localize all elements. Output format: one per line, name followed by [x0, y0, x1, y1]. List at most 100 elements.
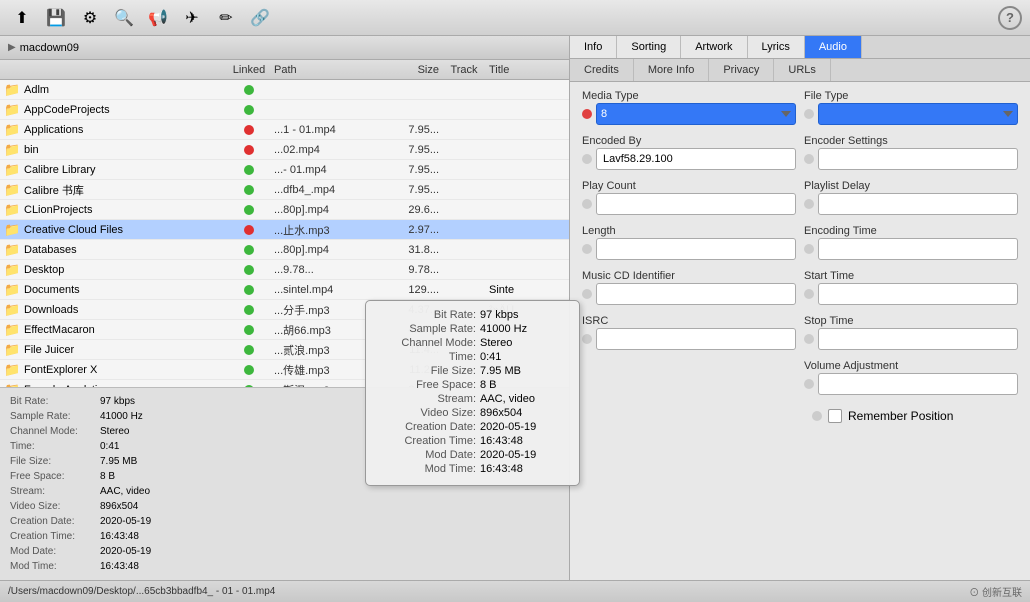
- tab-urls[interactable]: URLs: [774, 59, 831, 81]
- link-button[interactable]: 🔗: [246, 4, 274, 32]
- stop-time-indicator: [804, 334, 814, 344]
- green-dot: [244, 85, 254, 95]
- list-item[interactable]: 📁 Calibre 书库 ...dfb4_.mp4 7.95...: [0, 180, 569, 200]
- help-button[interactable]: ?: [998, 6, 1022, 30]
- encoding-time-indicator: [804, 244, 814, 254]
- green-dot: [244, 285, 254, 295]
- tab-lyrics[interactable]: Lyrics: [748, 36, 805, 58]
- file-size: 129....: [384, 284, 439, 296]
- file-name: Downloads: [24, 304, 224, 316]
- zoom-button[interactable]: 🔍: [110, 4, 138, 32]
- folder-icon: 📁: [4, 282, 20, 298]
- remember-label: Remember Position: [848, 409, 953, 423]
- settings-button[interactable]: ⚙: [76, 4, 104, 32]
- col-linked-header[interactable]: Linked: [224, 64, 274, 76]
- si-creation-time: 16:43:48: [100, 529, 139, 544]
- file-size: 7.95...: [384, 164, 439, 176]
- file-linked: [224, 185, 274, 195]
- encoder-settings-input[interactable]: [818, 148, 1018, 170]
- encoded-by-input[interactable]: [596, 148, 796, 170]
- folder-icon: 📁: [4, 342, 20, 358]
- file-name: Documents: [24, 284, 224, 296]
- media-type-select[interactable]: 8: [596, 103, 796, 125]
- length-indicator: [582, 244, 592, 254]
- folder-icon: 📁: [4, 162, 20, 178]
- tab-more-info[interactable]: More Info: [634, 59, 709, 81]
- ib-creation-time: 16:43:48: [480, 435, 523, 447]
- file-linked: [224, 85, 274, 95]
- status-path: /Users/macdown09/Desktop/...65cb3bbadfb4…: [8, 586, 275, 597]
- length-input[interactable]: [596, 238, 796, 260]
- tab-info[interactable]: Info: [570, 36, 617, 58]
- encoder-settings-group: Encoder Settings: [804, 135, 1018, 170]
- green-dot: [244, 325, 254, 335]
- file-path: ...dfb4_.mp4: [274, 184, 384, 196]
- encoded-by-indicator: [582, 154, 592, 164]
- encoded-by-label: Encoded By: [582, 135, 796, 147]
- save-button[interactable]: 💾: [42, 4, 70, 32]
- file-size: 9.78...: [384, 264, 439, 276]
- encoder-settings-label: Encoder Settings: [804, 135, 1018, 147]
- back-button[interactable]: ⬆: [8, 4, 36, 32]
- tab-privacy[interactable]: Privacy: [709, 59, 774, 81]
- playlist-delay-group: Playlist Delay: [804, 180, 1018, 215]
- tab-audio[interactable]: Audio: [805, 36, 862, 58]
- remember-checkbox[interactable]: [828, 409, 842, 423]
- music-cd-label: Music CD Identifier: [582, 270, 796, 282]
- col-path-header[interactable]: Path: [274, 64, 384, 76]
- share-button[interactable]: ✈: [178, 4, 206, 32]
- list-item[interactable]: 📁 AppCodeProjects: [0, 100, 569, 120]
- start-time-input[interactable]: [818, 283, 1018, 305]
- col-title-header[interactable]: Title: [489, 64, 549, 76]
- file-linked: [224, 125, 274, 135]
- list-item[interactable]: 📁 Applications ...1 - 01.mp4 7.95...: [0, 120, 569, 140]
- folder-icon: 📁: [4, 122, 20, 138]
- si-videosize: 896x504: [100, 499, 138, 514]
- file-size: 7.95...: [384, 124, 439, 136]
- play-count-input[interactable]: [596, 193, 796, 215]
- list-item[interactable]: 📁 CLionProjects ...80p].mp4 29.6...: [0, 200, 569, 220]
- list-item[interactable]: 📁 Adlm: [0, 80, 569, 100]
- file-linked: [224, 205, 274, 215]
- tab-sorting[interactable]: Sorting: [617, 36, 681, 58]
- column-headers: Linked Path Size Track Title: [0, 60, 569, 80]
- form-left-col: Media Type 8 Encoded By: [578, 90, 800, 572]
- green-dot: [244, 205, 254, 215]
- list-item[interactable]: 📁 Databases ...80p].mp4 31.8...: [0, 240, 569, 260]
- red-dot: [244, 125, 254, 135]
- folder-icon: 📁: [4, 182, 20, 198]
- folder-icon: 📁: [4, 362, 20, 378]
- ib-sample-rate: 41000 Hz: [480, 323, 527, 335]
- col-track-header[interactable]: Track: [439, 64, 489, 76]
- stop-time-input[interactable]: [818, 328, 1018, 350]
- green-dot: [244, 305, 254, 315]
- ib-bit-rate: 97 kbps: [480, 309, 519, 321]
- edit-button[interactable]: ✏: [212, 4, 240, 32]
- tab-credits[interactable]: Credits: [570, 59, 634, 81]
- si-filesize: 7.95 MB: [100, 454, 137, 469]
- file-size: 2.97...: [384, 224, 439, 236]
- length-label: Length: [582, 225, 796, 237]
- col-size-header[interactable]: Size: [384, 64, 439, 76]
- audio-button[interactable]: 📢: [144, 4, 172, 32]
- list-item[interactable]: 📁 bin ...02.mp4 7.95...: [0, 140, 569, 160]
- music-cd-input[interactable]: [596, 283, 796, 305]
- si-creation-date: 2020-05-19: [100, 514, 151, 529]
- playlist-delay-input[interactable]: [818, 193, 1018, 215]
- list-item[interactable]: 📁 Desktop ...9.78... 9.78...: [0, 260, 569, 280]
- list-item[interactable]: 📁 Creative Cloud Files ...止水.mp3 2.97...: [0, 220, 569, 240]
- isrc-input[interactable]: [596, 328, 796, 350]
- file-name: FontExplorer X: [24, 364, 224, 376]
- ib-mod-date: 2020-05-19: [480, 449, 536, 461]
- tab-artwork[interactable]: Artwork: [681, 36, 747, 58]
- list-item[interactable]: 📁 Documents ...sintel.mp4 129.... Sinte: [0, 280, 569, 300]
- file-linked: [224, 165, 274, 175]
- ib-creation-time-label: Creation Time:: [376, 435, 476, 447]
- folder-icon: 📁: [4, 202, 20, 218]
- volume-adj-input[interactable]: [818, 373, 1018, 395]
- encoding-time-input[interactable]: [818, 238, 1018, 260]
- list-item[interactable]: 📁 Calibre Library ...- 01.mp4 7.95...: [0, 160, 569, 180]
- start-time-indicator: [804, 289, 814, 299]
- si-sample-rate-label: Sample Rate:: [10, 409, 100, 424]
- file-type-select[interactable]: [818, 103, 1018, 125]
